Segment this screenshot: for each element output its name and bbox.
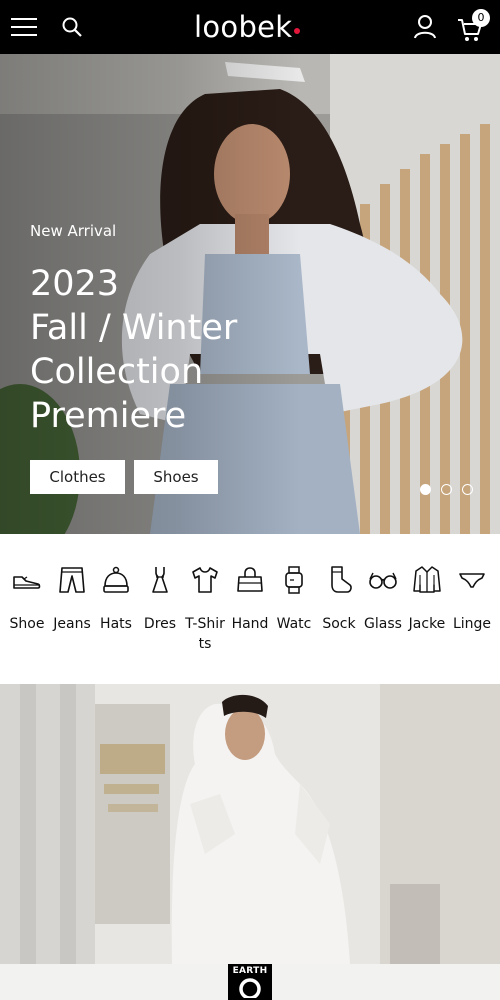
category-strip: Shoe Jeans Hats Dres T-Shirts Hand Watc …	[0, 534, 500, 684]
category-socks[interactable]: Sock	[317, 564, 361, 634]
hero-title-line: Premiere	[30, 396, 187, 436]
sneaker-icon	[11, 564, 43, 596]
category-label: Glass	[364, 616, 402, 632]
cart-button[interactable]: 0	[454, 9, 494, 45]
jeans-icon	[56, 564, 88, 596]
account-button[interactable]	[410, 11, 440, 43]
category-label: Jeans	[53, 616, 91, 632]
hero-slider[interactable]: New Arrival 2023 Fall / Winter Collectio…	[0, 54, 500, 534]
brand-logo[interactable]: loobek	[194, 6, 301, 48]
watch-icon	[278, 564, 310, 596]
category-glasses[interactable]: Glass	[361, 564, 405, 634]
hero-kicker: New Arrival	[30, 222, 117, 240]
category-hats[interactable]: Hats	[94, 564, 138, 634]
promo-banner[interactable]	[0, 684, 500, 964]
user-icon	[414, 15, 436, 39]
lingerie-icon	[456, 564, 488, 596]
sock-icon	[323, 564, 355, 596]
category-label: T-Shirts	[185, 616, 225, 652]
jacket-icon	[411, 564, 443, 596]
beanie-hat-icon	[100, 564, 132, 596]
hero-title-line: 2023	[30, 264, 120, 304]
handbag-icon	[234, 564, 266, 596]
search-button[interactable]	[58, 12, 86, 42]
category-label: Dres	[143, 616, 177, 632]
logo-dot	[294, 28, 301, 34]
category-label: Hats	[100, 616, 132, 632]
promo-banner-photo	[0, 684, 500, 964]
earth-brand-badge[interactable]: EARTH	[228, 964, 272, 1000]
category-label: Sock	[322, 616, 356, 632]
cart-count-badge: 0	[472, 9, 490, 27]
category-jeans[interactable]: Jeans	[50, 564, 94, 634]
tshirt-icon	[189, 564, 221, 596]
category-label: Watc	[276, 616, 312, 632]
menu-button[interactable]	[8, 12, 40, 42]
earth-brand-text: EARTH	[232, 966, 268, 976]
category-lingerie[interactable]: Linge	[450, 564, 494, 634]
top-header: loobek 0	[0, 0, 500, 54]
category-label: Jacke	[408, 616, 446, 632]
category-shoe[interactable]: Shoe	[5, 564, 49, 634]
hero-title-line: Fall / Winter	[30, 308, 238, 348]
category-tshirts[interactable]: T-Shirts	[183, 564, 227, 654]
brand-strip: EARTH	[0, 964, 500, 1000]
glasses-icon	[367, 564, 399, 596]
brand-logo-text: loobek	[194, 10, 293, 44]
clothes-button[interactable]: Clothes	[30, 460, 125, 494]
category-watches[interactable]: Watc	[272, 564, 316, 634]
category-label: Linge	[452, 616, 492, 632]
category-label: Shoe	[9, 616, 45, 632]
search-icon	[62, 17, 82, 37]
hamburger-menu-icon	[11, 18, 37, 36]
category-handbags[interactable]: Hand	[228, 564, 272, 634]
slide-dot[interactable]	[462, 484, 473, 495]
hero-title-line: Collection	[30, 352, 204, 392]
shoes-button[interactable]: Shoes	[134, 460, 218, 494]
category-label: Hand	[231, 616, 269, 632]
slide-dot[interactable]	[420, 484, 431, 495]
earth-logo-icon	[239, 978, 261, 998]
category-dresses[interactable]: Dres	[138, 564, 182, 634]
dress-icon	[144, 564, 176, 596]
hero-title: 2023 Fall / Winter Collection Premiere	[30, 262, 237, 438]
category-jackets[interactable]: Jacke	[405, 564, 449, 634]
slide-dot[interactable]	[441, 484, 452, 495]
slider-pagination	[420, 484, 473, 495]
